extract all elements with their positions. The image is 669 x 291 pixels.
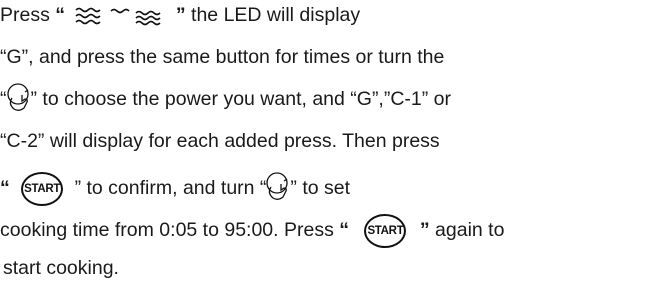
- press-text: Press: [0, 4, 50, 26]
- line5-rest: ” to set: [290, 177, 351, 200]
- quote-open: “: [55, 4, 66, 26]
- quote-close: ”: [175, 4, 186, 26]
- line2-text: “G”, and press the same button for times…: [0, 46, 445, 68]
- instruction-line-6: cooking time from 0:05 to 95:00. Press “…: [0, 214, 505, 248]
- quote-open: “: [0, 177, 10, 200]
- start-button-icon: START: [364, 214, 407, 248]
- line6-text-b: again to: [435, 219, 505, 242]
- line1-rest: the LED will display: [191, 4, 361, 26]
- instruction-line-1: Press “ ” the LED will display: [0, 3, 360, 27]
- quote-close: ”: [419, 219, 430, 242]
- line6-text-a: cooking time from 0:05 to 95:00. Press: [0, 219, 334, 242]
- rotary-knob-hand-icon: [262, 171, 292, 201]
- line3-rest: ” to choose the power you want, and “G”,…: [30, 88, 452, 110]
- instruction-line-2: “G”, and press the same button for times…: [0, 45, 444, 69]
- microwave-grill-combo-icon: [72, 5, 168, 27]
- instruction-line-5: “ START ” to confirm, and turn “ ” to se…: [0, 172, 351, 206]
- quote-open: “: [339, 219, 350, 242]
- line7-text: start cooking.: [3, 257, 119, 279]
- instruction-line-7: start cooking.: [3, 256, 119, 280]
- rotary-knob-hand-icon: [3, 82, 33, 112]
- instruction-line-4: “C-2” will display for each added press.…: [0, 129, 440, 153]
- line5-mid: ” to confirm, and turn “: [74, 177, 267, 200]
- line4-text: “C-2” will display for each added press.…: [0, 130, 440, 152]
- start-button-icon: START: [21, 172, 64, 206]
- instruction-line-3: “ ” to choose the power you want, and “G…: [0, 83, 452, 111]
